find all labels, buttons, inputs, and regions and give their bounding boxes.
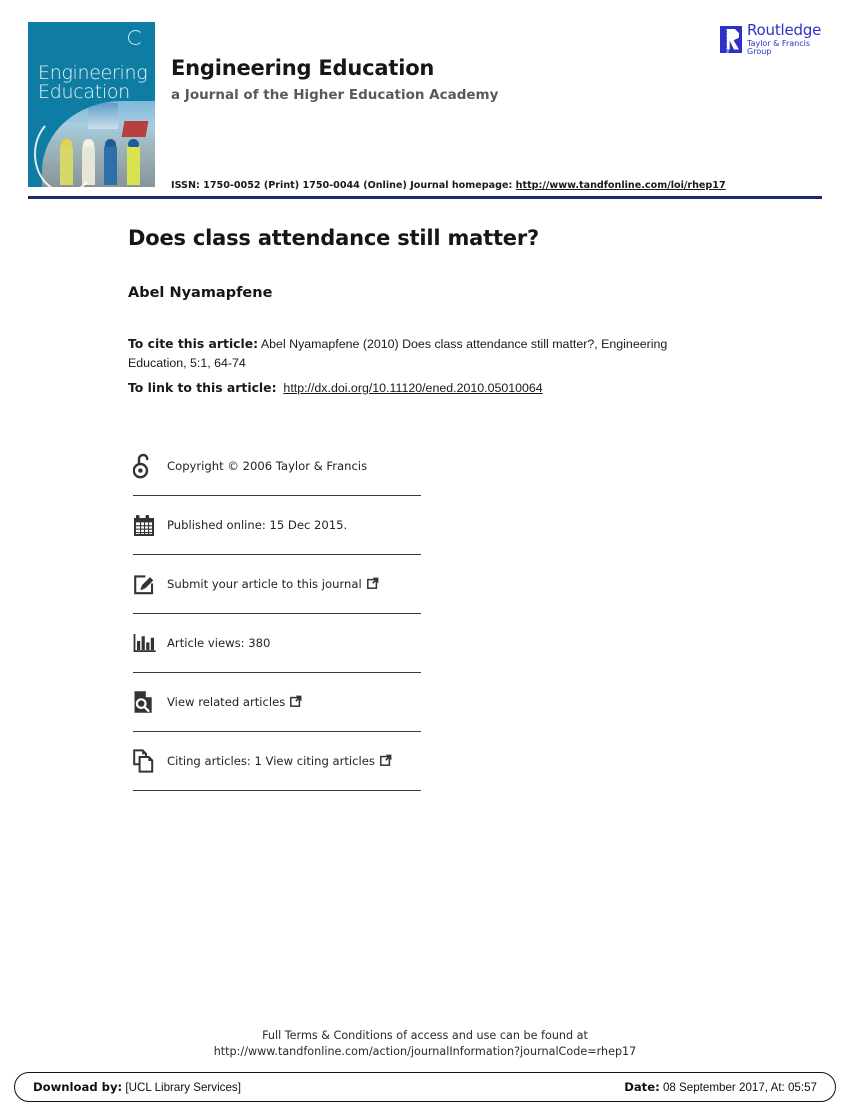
terms-line-2: http://www.tandfonline.com/action/journa… — [213, 1045, 637, 1058]
list-item[interactable]: Submit your article to this journal — [133, 555, 421, 614]
cover-worker — [127, 145, 140, 185]
list-item-label: Submit your article to this journal — [167, 577, 379, 592]
citation-block: To cite this article: Abel Nyamapfene (2… — [128, 334, 708, 373]
external-link-icon[interactable] — [379, 754, 392, 769]
download-by: Download by: [UCL Library Services] — [33, 1080, 241, 1094]
list-item-label: Citing articles: 1 View citing articles — [167, 754, 392, 769]
cover-red-banner — [121, 121, 149, 137]
cover-sky — [88, 103, 118, 129]
journal-header: Engineering Education Engineering Educat… — [0, 0, 850, 200]
publisher-tagline: Taylor & Francis Group — [747, 38, 810, 56]
issn-line: ISSN: 1750-0052 (Print) 1750-0044 (Onlin… — [171, 180, 726, 191]
calendar-icon — [133, 514, 167, 537]
list-item: Article views: 380 — [133, 614, 421, 673]
copyright-c-icon — [128, 30, 143, 45]
cover-helmet — [128, 139, 139, 147]
cover-worker — [104, 145, 117, 185]
terms-and-conditions: Full Terms & Conditions of access and us… — [0, 1028, 850, 1060]
list-item: Published online: 15 Dec 2015. — [133, 496, 421, 555]
bar-chart-icon — [133, 633, 167, 653]
article-title: Does class attendance still matter? — [128, 226, 539, 250]
related-articles-search-icon — [133, 690, 167, 714]
download-by-value: [UCL Library Services] — [122, 1081, 241, 1094]
list-item-label: Copyright © 2006 Taylor & Francis — [167, 459, 368, 473]
list-item-label: Published online: 15 Dec 2015. — [167, 518, 348, 532]
article-author: Abel Nyamapfene — [128, 285, 273, 301]
list-item[interactable]: View related articles — [133, 673, 421, 732]
submit-pencil-icon — [133, 573, 167, 596]
list-item-label: Article views: 380 — [167, 636, 271, 650]
issn-text: ISSN: 1750-0052 (Print) 1750-0044 (Onlin… — [171, 180, 516, 191]
citing-articles-copy-icon — [133, 749, 167, 773]
article-metadata-list: Copyright © 2006 Taylor & Francis Publis… — [133, 437, 421, 791]
cite-label: To cite this article: — [128, 336, 259, 351]
journal-subtitle: a Journal of the Higher Education Academ… — [171, 87, 499, 103]
doi-link-block: To link to this article: http://dx.doi.o… — [128, 380, 543, 395]
download-info-bar: Download by: [UCL Library Services] Date… — [14, 1072, 836, 1102]
journal-title: Engineering Education — [171, 56, 435, 80]
open-access-lock-icon — [133, 453, 167, 479]
external-link-icon[interactable] — [290, 695, 302, 710]
routledge-wordmark: Routledge Taylor & Francis Group — [747, 20, 828, 56]
cover-title-line2: Education — [38, 81, 130, 103]
cover-arc-decoration — [34, 115, 98, 187]
doi-link[interactable]: http://dx.doi.org/10.11120/ened.2010.050… — [283, 381, 542, 395]
list-item[interactable]: Citing articles: 1 View citing articles — [133, 732, 421, 791]
download-date-value: 08 September 2017, At: 05:57 — [659, 1081, 817, 1094]
terms-line-1: Full Terms & Conditions of access and us… — [262, 1029, 588, 1042]
link-label: To link to this article: — [128, 380, 277, 395]
external-link-icon[interactable] — [366, 577, 379, 592]
journal-homepage-link[interactable]: http://www.tandfonline.com/loi/rhep17 — [516, 180, 726, 191]
publisher-name: Routledge — [747, 20, 822, 39]
routledge-logo: Routledge Taylor & Francis Group — [720, 20, 828, 56]
journal-cover-image: Engineering Education — [28, 22, 155, 187]
list-item: Copyright © 2006 Taylor & Francis — [133, 437, 421, 496]
list-item-label: View related articles — [167, 695, 302, 710]
header-divider — [28, 196, 822, 199]
cover-title: Engineering Education — [38, 64, 148, 103]
download-date-label: Date: — [624, 1080, 660, 1094]
download-by-label: Download by: — [33, 1080, 123, 1094]
download-date: Date: 08 September 2017, At: 05:57 — [624, 1080, 817, 1094]
routledge-r-icon — [720, 25, 742, 53]
cover-helmet — [105, 139, 116, 147]
